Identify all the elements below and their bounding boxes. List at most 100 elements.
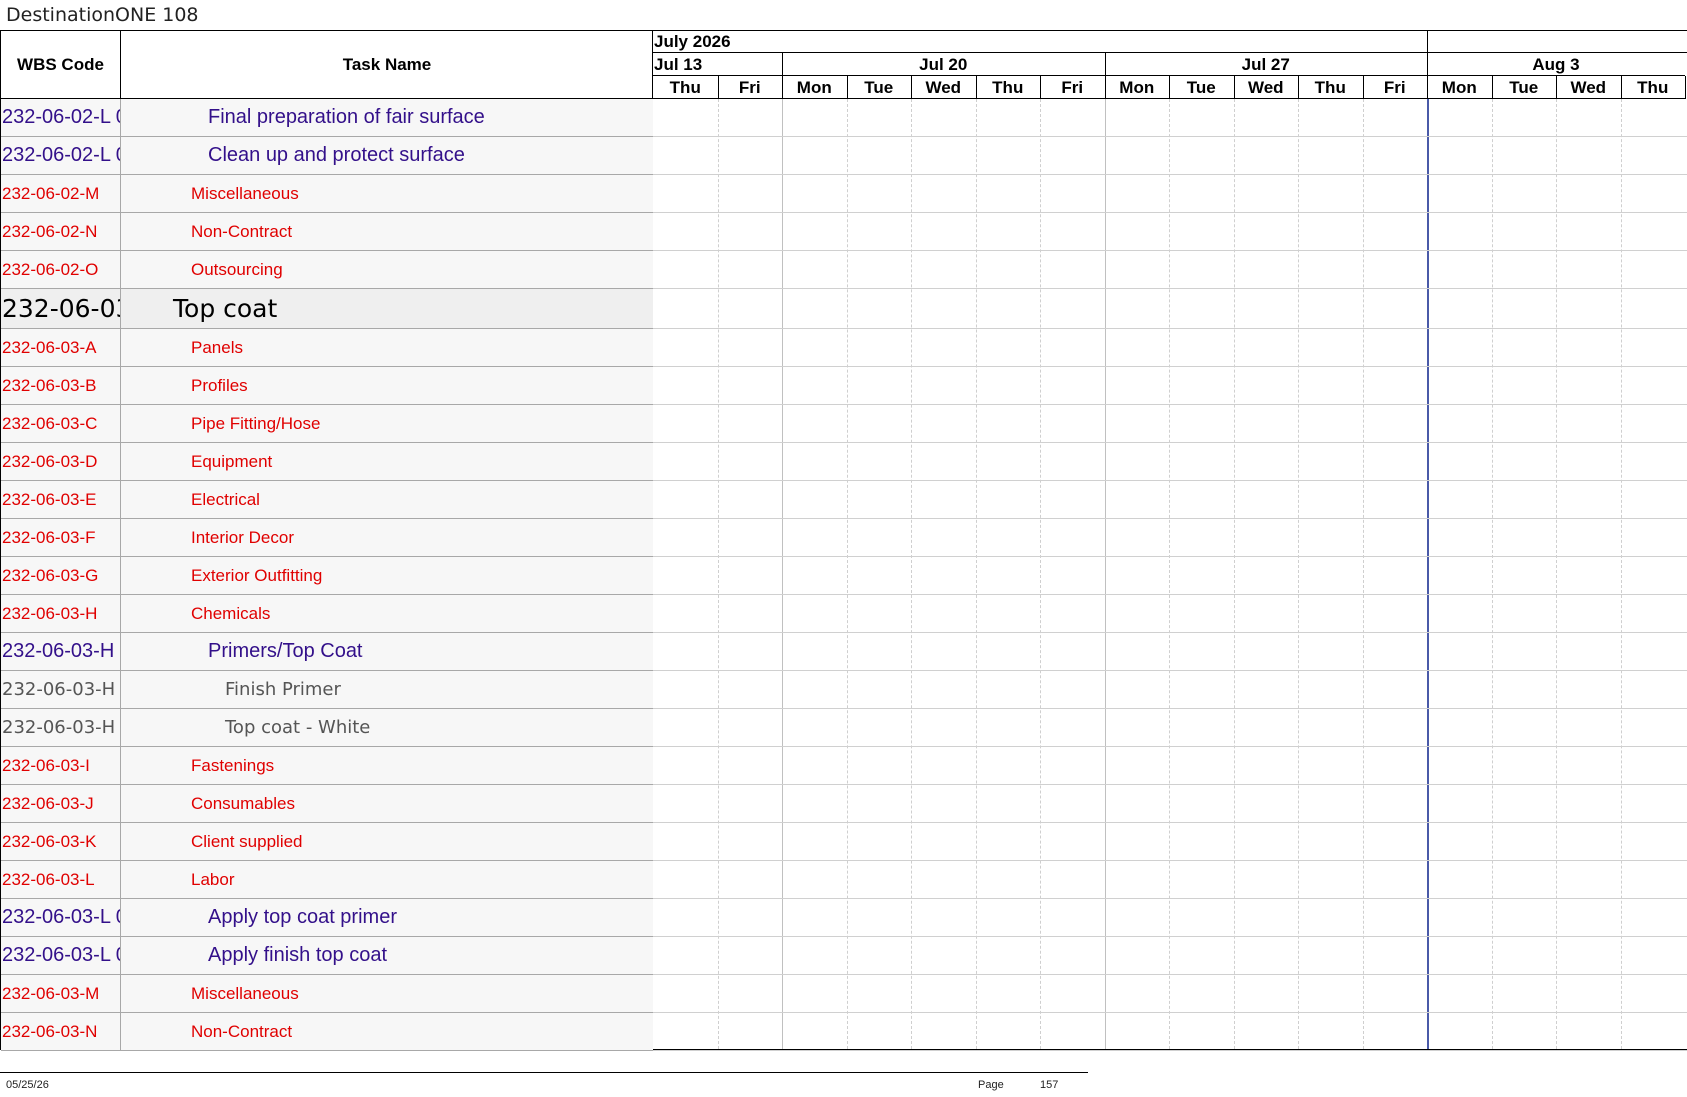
task-name-cell[interactable]: Final preparation of fair surface bbox=[208, 99, 485, 136]
task-row[interactable]: 232-06-03-M Miscellaneous bbox=[1, 975, 653, 1013]
wbs-code-cell[interactable]: 232-06-02-O bbox=[1, 251, 121, 288]
wbs-code-cell[interactable]: 232-06-03-C bbox=[1, 405, 121, 442]
task-row[interactable]: 232-06-03-L Labor bbox=[1, 861, 653, 899]
task-name-cell[interactable]: Pipe Fitting/Hose bbox=[191, 405, 320, 442]
day-header-divider bbox=[846, 76, 848, 99]
task-row[interactable]: 232-06-03-F Interior Decor bbox=[1, 519, 653, 557]
row-gridline bbox=[653, 746, 1687, 747]
wbs-code-cell[interactable]: 232-06-03-J bbox=[1, 785, 121, 822]
task-row[interactable]: 232-06-02-N Non-Contract bbox=[1, 213, 653, 251]
day-header-divider bbox=[1104, 53, 1106, 99]
task-name-cell[interactable]: Top coat - White bbox=[225, 709, 370, 746]
footer-date: 05/25/26 bbox=[6, 1079, 49, 1091]
task-row[interactable]: 232-06-03-B Profiles bbox=[1, 367, 653, 405]
wbs-code-cell[interactable]: 232-06-03-L 0 bbox=[1, 899, 121, 936]
task-name-cell[interactable]: Electrical bbox=[191, 481, 260, 518]
task-row[interactable]: 232-06-02-M Miscellaneous bbox=[1, 175, 653, 213]
task-name-cell[interactable]: Miscellaneous bbox=[191, 175, 299, 212]
day-header-divider bbox=[1491, 76, 1493, 99]
timeline-day-header: Wed bbox=[1233, 76, 1298, 99]
task-name-cell[interactable]: Chemicals bbox=[191, 595, 270, 632]
task-row[interactable]: 232-06-03-H 01 Finish Primer bbox=[1, 671, 653, 709]
task-name-cell[interactable]: Consumables bbox=[191, 785, 295, 822]
row-gridline bbox=[653, 860, 1687, 861]
task-name-cell[interactable]: Labor bbox=[191, 861, 234, 898]
timeline-week-header: Jul 20 bbox=[782, 53, 1105, 76]
wbs-code-cell[interactable]: 232-06-02-N bbox=[1, 213, 121, 250]
row-gridline bbox=[653, 136, 1687, 137]
timeline-day-header: Thu bbox=[975, 76, 1040, 99]
task-name-cell[interactable]: Panels bbox=[191, 329, 243, 366]
task-name-cell[interactable]: Outsourcing bbox=[191, 251, 283, 288]
wbs-code-cell[interactable]: 232-06-03-K bbox=[1, 823, 121, 860]
task-name-cell[interactable]: Clean up and protect surface bbox=[208, 137, 465, 174]
task-row[interactable]: 232-06-03-D Equipment bbox=[1, 443, 653, 481]
task-row[interactable]: 232-06-03 Top coat bbox=[1, 289, 653, 329]
wbs-code-cell[interactable]: 232-06-03-H bbox=[1, 595, 121, 632]
day-gridline bbox=[1298, 99, 1299, 1049]
wbs-code-cell[interactable]: 232-06-03-N bbox=[1, 1013, 121, 1050]
task-name-cell[interactable]: Non-Contract bbox=[191, 213, 292, 250]
wbs-code-cell[interactable]: 232-06-03-B bbox=[1, 367, 121, 404]
timeline-day-header: Tue bbox=[1169, 76, 1234, 99]
task-row[interactable]: 232-06-03-N Non-Contract bbox=[1, 1013, 653, 1051]
task-row[interactable]: 232-06-03-J Consumables bbox=[1, 785, 653, 823]
day-gridline bbox=[911, 99, 912, 1049]
task-name-cell[interactable]: Top coat bbox=[173, 289, 277, 328]
wbs-code-cell[interactable]: 232-06-03-L 0 bbox=[1, 937, 121, 974]
task-row[interactable]: 232-06-02-L 0 Clean up and protect surfac… bbox=[1, 137, 653, 175]
task-name-cell[interactable]: Apply finish top coat bbox=[208, 937, 387, 974]
task-row[interactable]: 232-06-03-H Chemicals bbox=[1, 595, 653, 633]
timeline-day-header: Fri bbox=[717, 76, 782, 99]
task-row[interactable]: 232-06-03-L 0 Apply top coat primer bbox=[1, 899, 653, 937]
timeline-grid: July 2026 Jul 13 Thu Fri Jul 20 Mon Tue Wed Thu F… bbox=[653, 31, 1687, 1051]
day-gridline bbox=[717, 99, 719, 1049]
timeline-day-header: Thu bbox=[1620, 76, 1685, 99]
task-row[interactable]: 232-06-03-K Client supplied bbox=[1, 823, 653, 861]
task-row[interactable]: 232-06-03-E Electrical bbox=[1, 481, 653, 519]
wbs-code-cell[interactable]: 232-06-03-A bbox=[1, 329, 121, 366]
wbs-code-cell[interactable]: 232-06-03-H 01 bbox=[1, 671, 121, 708]
task-name-cell[interactable]: Interior Decor bbox=[191, 519, 294, 556]
row-gridline bbox=[653, 404, 1687, 405]
task-row[interactable]: 232-06-03-A Panels bbox=[1, 329, 653, 367]
timeline-week-header: Jul 13 bbox=[653, 53, 782, 76]
task-name-cell[interactable]: Fastenings bbox=[191, 747, 274, 784]
week-divider bbox=[782, 99, 783, 1049]
task-name-cell[interactable]: Apply top coat primer bbox=[208, 899, 397, 936]
wbs-code-cell[interactable]: 232-06-02-L 0 bbox=[1, 99, 121, 136]
row-gridline bbox=[653, 594, 1687, 595]
wbs-code-cell[interactable]: 232-06-03-I bbox=[1, 747, 121, 784]
task-row[interactable]: 232-06-02-O Outsourcing bbox=[1, 251, 653, 289]
wbs-code-cell[interactable]: 232-06-03-H 0 bbox=[1, 633, 121, 670]
wbs-code-cell[interactable]: 232-06-03-D bbox=[1, 443, 121, 480]
timeline-right-edge bbox=[1685, 76, 1686, 99]
wbs-code-cell[interactable]: 232-06-03-L bbox=[1, 861, 121, 898]
task-row[interactable]: 232-06-03-G Exterior Outfitting bbox=[1, 557, 653, 595]
task-row[interactable]: 232-06-03-C Pipe Fitting/Hose bbox=[1, 405, 653, 443]
wbs-code-cell[interactable]: 232-06-03-M bbox=[1, 975, 121, 1012]
day-header-divider bbox=[975, 76, 977, 99]
wbs-code-cell[interactable]: 232-06-03 bbox=[1, 289, 121, 328]
task-name-cell[interactable]: Exterior Outfitting bbox=[191, 557, 322, 594]
task-name-cell[interactable]: Profiles bbox=[191, 367, 248, 404]
task-row[interactable]: 232-06-03-H 01 Top coat - White bbox=[1, 709, 653, 747]
task-name-cell[interactable]: Miscellaneous bbox=[191, 975, 299, 1012]
task-name-cell[interactable]: Client supplied bbox=[191, 823, 303, 860]
wbs-code-cell[interactable]: 232-06-03-H 01 bbox=[1, 709, 121, 746]
wbs-code-cell[interactable]: 232-06-03-E bbox=[1, 481, 121, 518]
task-name-cell[interactable]: Non-Contract bbox=[191, 1013, 292, 1050]
task-name-cell[interactable]: Primers/Top Coat bbox=[208, 633, 363, 670]
task-row[interactable]: 232-06-03-I Fastenings bbox=[1, 747, 653, 785]
wbs-code-cell[interactable]: 232-06-02-M bbox=[1, 175, 121, 212]
wbs-code-cell[interactable]: 232-06-03-G bbox=[1, 557, 121, 594]
wbs-code-cell[interactable]: 232-06-02-L 0 bbox=[1, 137, 121, 174]
wbs-code-cell[interactable]: 232-06-03-F bbox=[1, 519, 121, 556]
task-row[interactable]: 232-06-03-L 0 Apply finish top coat bbox=[1, 937, 653, 975]
task-name-cell[interactable]: Finish Primer bbox=[225, 671, 341, 708]
task-name-column-header[interactable]: Task Name bbox=[121, 31, 653, 99]
task-row[interactable]: 232-06-02-L 0 Final preparation of fair s… bbox=[1, 99, 653, 137]
task-name-cell[interactable]: Equipment bbox=[191, 443, 272, 480]
task-row[interactable]: 232-06-03-H 0 Primers/Top Coat bbox=[1, 633, 653, 671]
wbs-column-header[interactable]: WBS Code bbox=[1, 31, 121, 99]
